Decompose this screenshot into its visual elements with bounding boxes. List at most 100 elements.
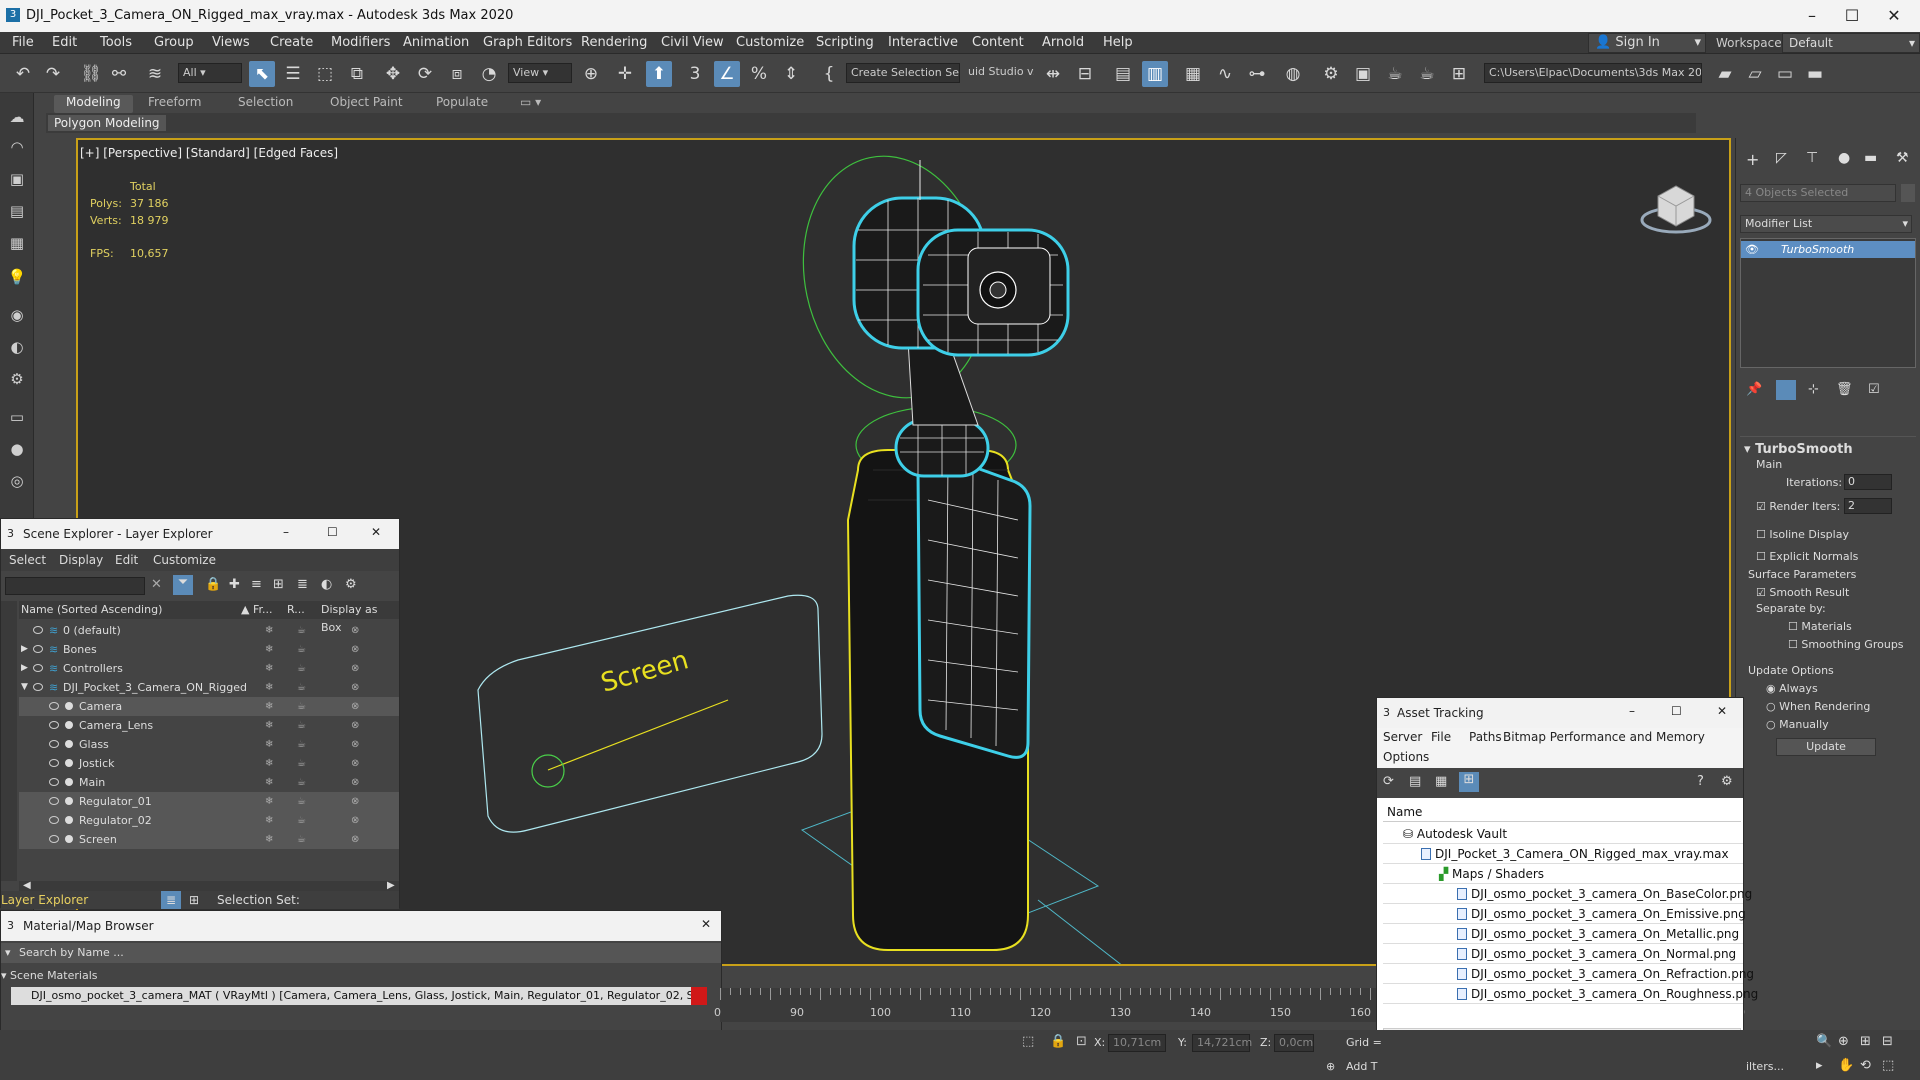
display-as-box-icon[interactable]: ⊗ — [351, 621, 359, 640]
visibility-eye-icon[interactable] — [33, 626, 43, 634]
menu-customize[interactable]: Customize — [736, 35, 804, 50]
display-tab-icon[interactable]: ▬ — [1864, 150, 1877, 166]
placement-icon[interactable]: ◔ — [476, 61, 502, 87]
reference-coordinate-dropdown[interactable]: View ▾ — [508, 63, 572, 83]
move-icon[interactable]: ✥ — [380, 61, 406, 87]
asset-row[interactable]: ▞ Maps / Shaders — [1383, 864, 1743, 884]
menu-file[interactable]: File — [1431, 730, 1451, 744]
grid-view-icon[interactable]: ⊞ — [1459, 772, 1479, 792]
visibility-eye-icon[interactable] — [49, 721, 59, 729]
sphere-icon[interactable]: ● — [5, 437, 29, 461]
select-by-name-icon[interactable]: ☰ — [280, 61, 306, 87]
col-name[interactable]: Name (Sorted Ascending) — [21, 601, 162, 619]
expand-icon[interactable]: ▶ — [21, 640, 28, 659]
x-coordinate-field[interactable]: 10,71cm — [1108, 1034, 1166, 1052]
render-production-icon[interactable]: ☕ — [1382, 61, 1408, 87]
render-icon[interactable]: ☕ — [297, 792, 306, 811]
menu-help[interactable]: Help — [1103, 35, 1133, 50]
fov-icon[interactable]: ▸ — [1816, 1058, 1823, 1073]
zoom-extents-icon[interactable]: ⊞ — [1860, 1034, 1871, 1049]
tree-row[interactable]: ▶ ≋ Controllers ❄ ☕ ⊗ — [19, 659, 399, 678]
close-icon[interactable]: ✕ — [1874, 4, 1914, 28]
render-iterative-icon[interactable]: ☕ — [1414, 61, 1440, 87]
display-as-box-icon[interactable]: ⊗ — [351, 697, 359, 716]
minimize-icon[interactable]: – — [1629, 704, 1635, 718]
freeze-icon[interactable]: ❄ — [265, 697, 273, 716]
freeze-icon[interactable]: ❄ — [265, 830, 273, 849]
material-editor-icon[interactable]: ◍ — [1280, 61, 1306, 87]
freeze-icon[interactable]: ❄ — [265, 792, 273, 811]
zoom-all-icon[interactable]: ⊕ — [1838, 1034, 1849, 1049]
rectangular-selection-icon[interactable]: ⬚ — [312, 61, 338, 87]
open-folder-icon[interactable]: ▱ — [1742, 61, 1768, 87]
options-icon[interactable]: ⚙ — [345, 577, 357, 592]
visibility-eye-icon[interactable] — [49, 759, 59, 767]
render-grid-icon[interactable]: ⊞ — [1446, 61, 1472, 87]
asset-row[interactable]: DJI_osmo_pocket_3_camera_On_Metallic.png — [1383, 924, 1743, 944]
object-color-swatch[interactable] — [1901, 184, 1915, 202]
create-icon[interactable]: ☁ — [5, 105, 29, 129]
maximize-icon[interactable]: ☐ — [1832, 4, 1872, 28]
menu-customize[interactable]: Customize — [153, 553, 216, 567]
render-icon[interactable]: ☕ — [297, 735, 306, 754]
render-icon[interactable]: ☕ — [297, 640, 306, 659]
tree-row[interactable]: Camera ❄ ☕ ⊗ — [19, 697, 399, 716]
material-search-field[interactable]: ▾ Search by Name ... — [1, 943, 721, 963]
tab-selection[interactable]: Selection — [226, 95, 305, 109]
maximize-icon[interactable]: ☐ — [327, 525, 338, 539]
asset-row[interactable]: DJI_Pocket_3_Camera_ON_Rigged_max_vray.m… — [1383, 844, 1743, 864]
zoom-extents-all-icon[interactable]: ⊟ — [1882, 1034, 1893, 1049]
tree-row[interactable]: Screen ❄ ☕ ⊗ — [19, 830, 399, 849]
freeze-icon[interactable]: ❄ — [265, 678, 273, 697]
menu-display[interactable]: Display — [59, 553, 103, 567]
remove-modifier-icon[interactable]: 🗑 — [1836, 382, 1853, 397]
angle-snap-icon[interactable]: ∠ — [714, 61, 740, 87]
menu-bitmap-performance[interactable]: Bitmap Performance and Memory — [1503, 730, 1705, 744]
redo-icon[interactable]: ↷ — [40, 61, 66, 87]
bind-space-warp-icon[interactable]: ≋ — [142, 61, 168, 87]
save-icon[interactable]: ▭ — [1772, 61, 1798, 87]
sign-in-button[interactable]: 👤 Sign In ▾ — [1588, 33, 1706, 53]
project-folder-icon[interactable]: ▰ — [1712, 61, 1738, 87]
display-as-box-icon[interactable]: ⊗ — [351, 640, 359, 659]
materials-checkbox[interactable]: ☐ Materials — [1788, 620, 1852, 633]
freeze-icon[interactable]: ❄ — [265, 754, 273, 773]
lock-icon[interactable]: 🔒 — [205, 577, 221, 592]
col-freeze[interactable]: Fr... — [253, 601, 273, 619]
menu-graph-editors[interactable]: Graph Editors — [483, 35, 572, 50]
render-iters-spinner[interactable]: 2 — [1844, 498, 1892, 514]
undo-icon[interactable]: ↶ — [10, 61, 36, 87]
visibility-eye-icon[interactable] — [33, 645, 43, 653]
display-as-box-icon[interactable]: ⊗ — [351, 659, 359, 678]
tree-row[interactable]: Jostick ❄ ☕ ⊗ — [19, 754, 399, 773]
scene-explorer-icon[interactable]: ▤ — [1110, 61, 1136, 87]
asset-row[interactable]: DJI_osmo_pocket_3_camera_On_Normal.png — [1383, 944, 1743, 964]
make-unique-icon[interactable]: ⊹ — [1808, 382, 1819, 397]
menu-interactive[interactable]: Interactive — [888, 35, 958, 50]
snaps-toggle-icon[interactable]: 3 — [682, 61, 708, 87]
expand-icon[interactable]: ▶ — [21, 659, 28, 678]
expand-icon[interactable]: ▼ — [21, 678, 28, 697]
toggle-ribbon-icon[interactable]: ▦ — [1180, 61, 1206, 87]
scroll-left-icon[interactable]: ◀ — [23, 880, 31, 891]
render-icon[interactable]: ☕ — [297, 754, 306, 773]
visibility-eye-icon[interactable] — [33, 664, 43, 672]
selection-lock-icon[interactable]: ⬚ — [1022, 1034, 1034, 1049]
freeze-icon[interactable]: ❄ — [265, 621, 273, 640]
tab-object-paint[interactable]: Object Paint — [318, 95, 415, 109]
hierarchy-icon[interactable]: ⊞ — [189, 891, 199, 909]
tree-row[interactable]: Regulator_01 ❄ ☕ ⊗ — [19, 792, 399, 811]
when-rendering-radio[interactable]: ○ When Rendering — [1766, 700, 1870, 713]
menu-server[interactable]: Server — [1383, 730, 1422, 744]
eye-icon[interactable]: 👁 — [1745, 243, 1759, 256]
configure-sets-icon[interactable]: ☑ — [1868, 382, 1880, 397]
align-icon[interactable]: ⊟ — [1072, 61, 1098, 87]
ribbon-options-icon[interactable]: ▭ ▾ — [508, 95, 553, 109]
maximize-icon[interactable]: ☐ — [1671, 704, 1682, 718]
display-as-box-icon[interactable]: ⊗ — [351, 811, 359, 830]
add-to-layer-icon[interactable]: ≡ — [251, 577, 262, 592]
tree-row[interactable]: Glass ❄ ☕ ⊗ — [19, 735, 399, 754]
link-icon[interactable]: ⛓ — [78, 61, 104, 87]
menu-edit[interactable]: Edit — [115, 553, 138, 567]
motion-tab-icon[interactable]: ● — [1838, 150, 1850, 166]
